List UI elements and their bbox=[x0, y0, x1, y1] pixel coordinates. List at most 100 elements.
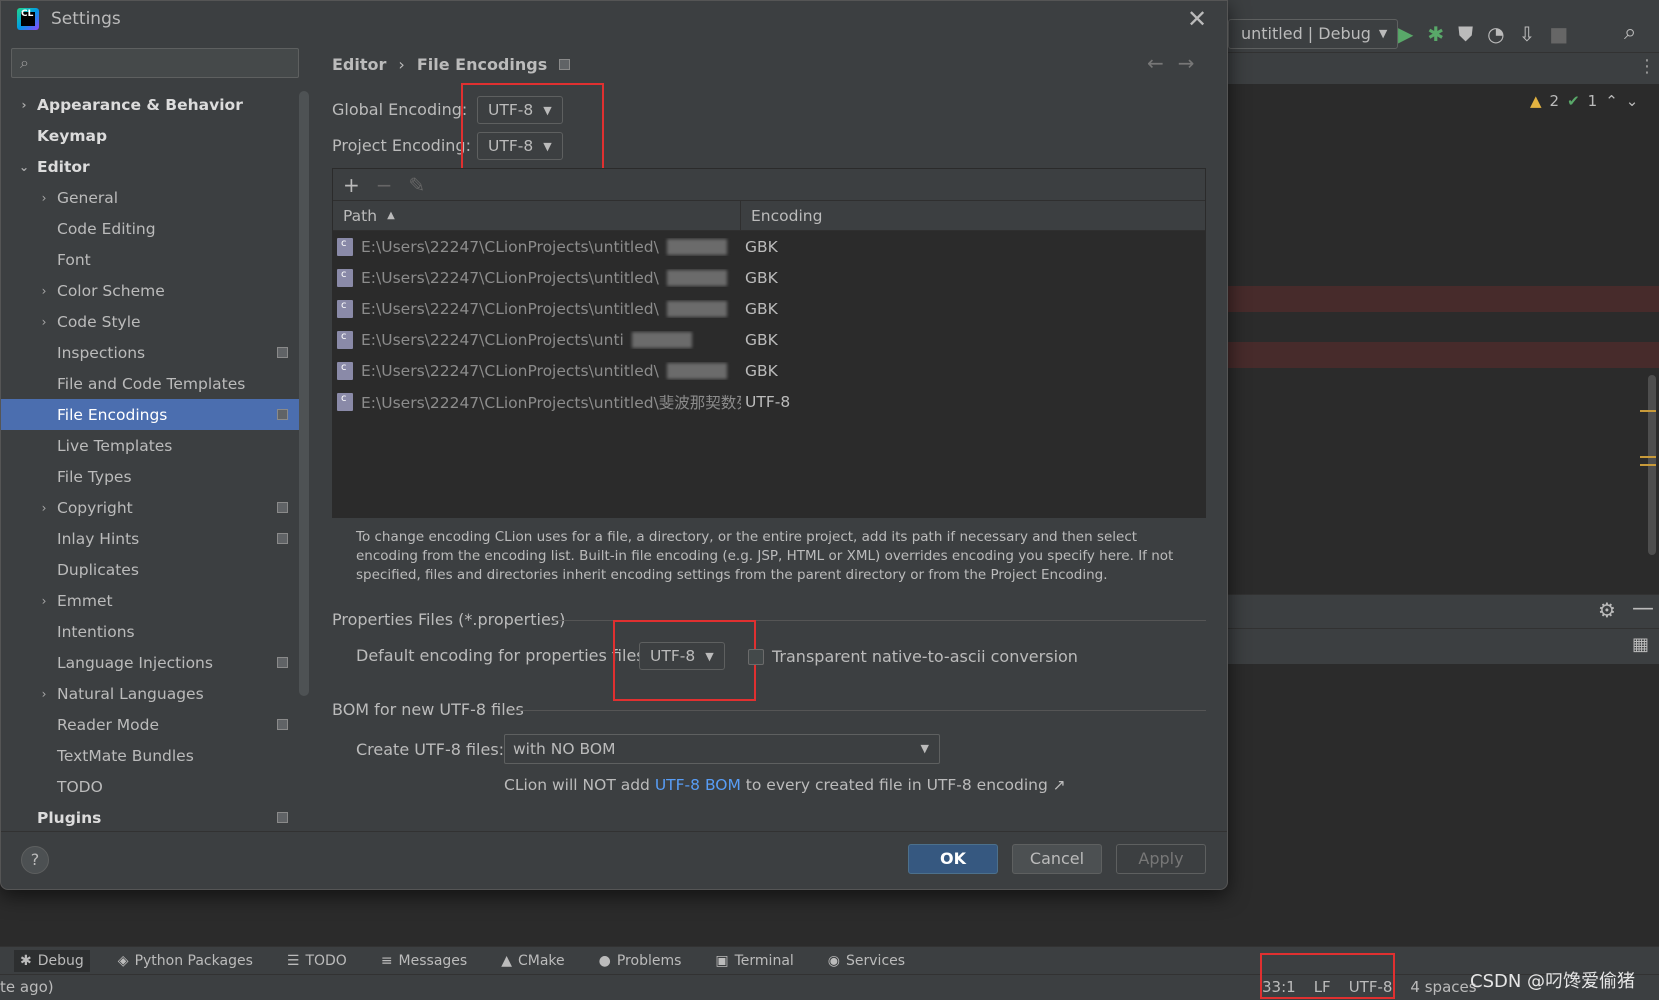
sidebar-item-inlay-hints[interactable]: Inlay Hints bbox=[1, 523, 299, 554]
encoding-cell[interactable]: GBK bbox=[741, 238, 778, 256]
sidebar-item-plugins[interactable]: Plugins bbox=[1, 802, 299, 833]
search-everywhere-icon[interactable]: ⌕ bbox=[1624, 20, 1636, 45]
sidebar-item-duplicates[interactable]: Duplicates bbox=[1, 554, 299, 585]
sidebar-item-code-style[interactable]: › Code Style bbox=[1, 306, 299, 337]
apply-button[interactable]: Apply bbox=[1116, 844, 1206, 874]
tool-services[interactable]: ◉ Services bbox=[822, 950, 911, 972]
terminal-icon: ▣ bbox=[715, 952, 729, 969]
warning-marker[interactable] bbox=[1640, 464, 1656, 466]
sidebar-item-intentions[interactable]: Intentions bbox=[1, 616, 299, 647]
chevron-up-icon[interactable]: ⌃ bbox=[1605, 92, 1618, 110]
layout-icon[interactable]: ▦ bbox=[1632, 634, 1649, 655]
tool-python-packages[interactable]: ◈ Python Packages bbox=[112, 950, 259, 972]
warning-marker[interactable] bbox=[1640, 410, 1656, 412]
bom-select[interactable]: with NO BOM ▼ bbox=[504, 734, 940, 764]
sidebar-item-keymap[interactable]: Keymap bbox=[1, 120, 299, 151]
editor-area[interactable] bbox=[1228, 84, 1659, 564]
column-encoding[interactable]: Encoding bbox=[741, 201, 822, 230]
sidebar-scrollbar[interactable] bbox=[299, 91, 309, 696]
tool-todo[interactable]: ☰ TODO bbox=[281, 950, 353, 972]
stop-icon[interactable]: ■ bbox=[1549, 20, 1568, 48]
debug-icon[interactable]: ✱ bbox=[1427, 20, 1444, 48]
column-path[interactable]: Path ▲ bbox=[333, 201, 741, 230]
encoding-cell[interactable]: GBK bbox=[741, 331, 778, 349]
chevron-down-icon: ▼ bbox=[1378, 27, 1388, 40]
chevron-right-icon[interactable]: › bbox=[37, 315, 51, 329]
sidebar-item-textmate-bundles[interactable]: TextMate Bundles bbox=[1, 740, 299, 771]
section-divider bbox=[513, 710, 1206, 711]
tool-debug[interactable]: ✱ Debug bbox=[14, 949, 90, 972]
tool-messages[interactable]: ≡ Messages bbox=[375, 950, 473, 972]
settings-sidebar: ⌕ › Appearance & Behavior Keymap ⌄ Editor › Ge… bbox=[1, 39, 299, 831]
sidebar-item-reader-mode[interactable]: Reader Mode bbox=[1, 709, 299, 740]
sidebar-item-file-and-code-templates[interactable]: File and Code Templates bbox=[1, 368, 299, 399]
attach-icon[interactable]: ⇩ bbox=[1519, 20, 1536, 48]
sidebar-item-todo[interactable]: TODO bbox=[1, 771, 299, 802]
minimize-icon[interactable]: — bbox=[1632, 596, 1654, 621]
table-row[interactable]: E:\Users\22247\CLionProjects\untitled\ GB… bbox=[333, 262, 1205, 293]
encoding-cell[interactable]: GBK bbox=[741, 300, 778, 318]
run-icon[interactable]: ▶ bbox=[1398, 20, 1413, 48]
path-cell: E:\Users\22247\CLionProjects\unti bbox=[333, 330, 741, 349]
sidebar-item-label: Code Editing bbox=[57, 219, 156, 238]
back-arrow-icon[interactable]: ← bbox=[1147, 51, 1164, 75]
sidebar-item-inspections[interactable]: Inspections bbox=[1, 337, 299, 368]
sidebar-item-general[interactable]: › General bbox=[1, 182, 299, 213]
cancel-button[interactable]: Cancel bbox=[1012, 844, 1102, 874]
ok-button[interactable]: OK bbox=[908, 844, 998, 874]
close-icon[interactable]: ✕ bbox=[1187, 5, 1207, 33]
table-row[interactable]: E:\Users\22247\CLionProjects\unti GBK bbox=[333, 324, 1205, 355]
settings-dialog: CL Settings ✕ ⌕ › Appearance & Behavior Ke… bbox=[0, 0, 1228, 890]
sidebar-item-color-scheme[interactable]: › Color Scheme bbox=[1, 275, 299, 306]
chevron-right-icon[interactable]: › bbox=[17, 98, 31, 112]
status-message: te ago) bbox=[0, 978, 54, 996]
encoding-cell[interactable]: GBK bbox=[741, 362, 778, 380]
table-row[interactable]: E:\Users\22247\CLionProjects\untitled\ GB… bbox=[333, 231, 1205, 262]
profile-icon[interactable]: ◔ bbox=[1487, 20, 1504, 48]
help-button[interactable]: ? bbox=[21, 846, 49, 874]
encoding-cell[interactable]: UTF-8 bbox=[741, 393, 790, 411]
encoding-cell[interactable]: GBK bbox=[741, 269, 778, 287]
sidebar-item-emmet[interactable]: › Emmet bbox=[1, 585, 299, 616]
remove-icon[interactable]: − bbox=[376, 173, 393, 197]
sidebar-item-editor[interactable]: ⌄ Editor bbox=[1, 151, 299, 182]
sidebar-item-code-editing[interactable]: Code Editing bbox=[1, 213, 299, 244]
tool-cmake[interactable]: ▲ CMake bbox=[495, 950, 570, 972]
chevron-right-icon[interactable]: › bbox=[37, 501, 51, 515]
table-row[interactable]: E:\Users\22247\CLionProjects\untitled\ GB… bbox=[333, 293, 1205, 324]
info-icon: ● bbox=[598, 952, 611, 969]
gear-icon[interactable]: ⚙ bbox=[1598, 598, 1616, 622]
sidebar-item-font[interactable]: Font bbox=[1, 244, 299, 275]
chevron-down-icon[interactable]: ⌄ bbox=[1626, 92, 1639, 110]
tool-problems[interactable]: ● Problems bbox=[593, 950, 688, 972]
settings-search-input[interactable]: ⌕ bbox=[11, 48, 299, 78]
chevron-right-icon[interactable]: › bbox=[37, 687, 51, 701]
transparent-conversion-checkbox[interactable] bbox=[748, 649, 764, 665]
warning-marker[interactable] bbox=[1640, 456, 1656, 458]
sidebar-item-natural-languages[interactable]: › Natural Languages bbox=[1, 678, 299, 709]
sidebar-item-copyright[interactable]: › Copyright bbox=[1, 492, 299, 523]
table-row[interactable]: E:\Users\22247\CLionProjects\untitled\斐波… bbox=[333, 386, 1205, 417]
inspection-widget[interactable]: ▲ 2 ✔ 1 ⌃ ⌄ bbox=[1530, 92, 1638, 110]
chevron-right-icon[interactable]: › bbox=[37, 191, 51, 205]
tool-terminal[interactable]: ▣ Terminal bbox=[709, 950, 799, 972]
layers-icon: ◈ bbox=[117, 952, 129, 969]
chevron-right-icon[interactable]: › bbox=[37, 594, 51, 608]
run-config-selector[interactable]: untitled | Debug ▼ bbox=[1228, 19, 1399, 49]
sidebar-item-appearance-behavior[interactable]: › Appearance & Behavior bbox=[1, 89, 299, 120]
indent-status[interactable]: 4 spaces bbox=[1410, 978, 1476, 996]
sidebar-item-file-types[interactable]: File Types bbox=[1, 461, 299, 492]
table-row[interactable]: E:\Users\22247\CLionProjects\untitled\ GB… bbox=[333, 355, 1205, 386]
coverage-icon[interactable]: ⛊ bbox=[1458, 20, 1473, 48]
sidebar-item-language-injections[interactable]: Language Injections bbox=[1, 647, 299, 678]
add-icon[interactable]: + bbox=[343, 173, 360, 197]
chevron-right-icon[interactable]: › bbox=[37, 284, 51, 298]
sidebar-item-file-encodings[interactable]: File Encodings bbox=[1, 399, 299, 430]
sidebar-item-live-templates[interactable]: Live Templates bbox=[1, 430, 299, 461]
forward-arrow-icon[interactable]: → bbox=[1178, 51, 1195, 75]
edit-icon[interactable]: ✎ bbox=[409, 173, 426, 197]
chevron-down-icon[interactable]: ⌄ bbox=[17, 160, 31, 174]
sidebar-item-label: Inspections bbox=[57, 343, 146, 362]
more-options-icon[interactable]: ⋮ bbox=[1638, 56, 1656, 77]
utf8-bom-link[interactable]: UTF-8 BOM bbox=[655, 776, 741, 794]
